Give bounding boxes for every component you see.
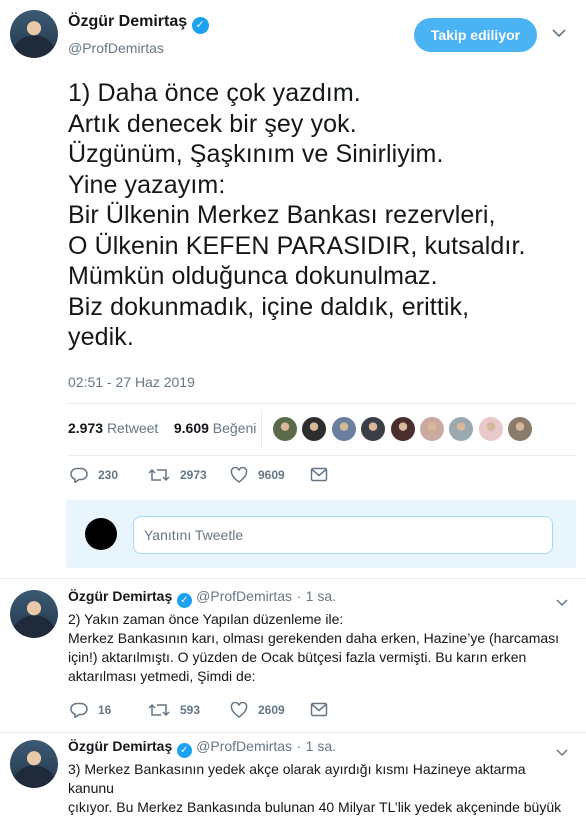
retweet-icon	[148, 467, 170, 483]
liker-avatar[interactable]	[507, 416, 534, 442]
divider	[68, 455, 576, 456]
reply-time[interactable]: 1 sa.	[306, 738, 336, 754]
reply-time[interactable]: 1 sa.	[306, 588, 336, 604]
reply-text: 3) Merkez Bankasının yedek akçe olarak a…	[68, 761, 562, 815]
retweet-action[interactable]: 593	[148, 702, 200, 718]
like-count[interactable]: 9.609	[174, 420, 209, 436]
liker-avatar[interactable]	[301, 416, 328, 442]
liker-avatar[interactable]	[330, 416, 357, 442]
envelope-icon	[310, 702, 328, 717]
reply-icon	[70, 467, 88, 483]
reply-avatar[interactable]	[10, 590, 58, 638]
verified-badge-icon: ✓	[191, 17, 209, 34]
reply-author-name[interactable]: Özgür Demirtaş	[68, 738, 172, 754]
retweet-count[interactable]: 2.973	[68, 420, 103, 436]
heart-icon	[230, 467, 248, 483]
liker-avatar[interactable]	[418, 416, 445, 442]
liker-avatars[interactable]	[272, 416, 534, 442]
liker-avatar[interactable]	[272, 416, 298, 442]
like-action-count: 2609	[258, 703, 285, 717]
reply-input[interactable]: Yanıtını Tweetle	[133, 516, 553, 554]
author-name[interactable]: Özgür Demirtaş	[68, 13, 187, 30]
liker-avatar[interactable]	[477, 416, 504, 442]
liker-avatar[interactable]	[389, 416, 416, 442]
retweet-action-count: 2973	[180, 468, 207, 482]
reply-author-name[interactable]: Özgür Demirtaş	[68, 588, 172, 604]
liker-avatar[interactable]	[360, 416, 387, 442]
author-name-row[interactable]: Özgür Demirtaş ✓	[68, 13, 209, 34]
liker-avatar[interactable]	[448, 416, 475, 442]
retweet-action-count: 593	[180, 703, 201, 717]
like-label[interactable]: Beğeni	[213, 420, 257, 436]
divider	[68, 403, 576, 404]
envelope-icon	[310, 467, 328, 482]
reply-count: 230	[98, 468, 119, 482]
tweet-text: 1) Daha önce çok yazdım. Artık denecek b…	[68, 79, 526, 351]
tweet-timestamp[interactable]: 02:51 - 27 Haz 2019	[68, 374, 195, 390]
divider	[0, 578, 586, 579]
author-handle[interactable]: @ProfDemirtas	[68, 40, 164, 56]
dot-separator: ·	[296, 738, 302, 754]
verified-badge-icon: ✓	[176, 593, 192, 608]
heart-icon	[230, 702, 248, 718]
reply-header: Özgür Demirtaş ✓ @ProfDemirtas · 1 sa.	[68, 588, 336, 608]
stats-separator	[261, 410, 262, 450]
composer-avatar	[85, 518, 117, 550]
dm-action[interactable]	[310, 467, 328, 482]
reply-author-handle[interactable]: @ProfDemirtas	[196, 738, 292, 754]
verified-badge-icon: ✓	[176, 743, 192, 758]
dot-separator: ·	[296, 588, 302, 604]
tweet-stats: 2.973 Retweet 9.609 Beğeni	[68, 420, 256, 436]
retweet-icon	[148, 702, 170, 718]
reply-text: 2) Yakın zaman önce Yapılan düzenleme il…	[68, 611, 560, 684]
divider	[0, 732, 586, 733]
reply-action[interactable]: 230	[70, 467, 118, 483]
following-button[interactable]: Takip ediliyor	[414, 18, 537, 52]
retweet-label[interactable]: Retweet	[107, 420, 158, 436]
retweet-action[interactable]: 2973	[148, 467, 207, 483]
reply-author-handle[interactable]: @ProfDemirtas	[196, 588, 292, 604]
reply-icon	[70, 702, 88, 718]
reply-header: Özgür Demirtaş ✓ @ProfDemirtas · 1 sa.	[68, 738, 336, 758]
dm-action[interactable]	[310, 702, 328, 717]
reply-count: 16	[98, 703, 112, 717]
reply-avatar[interactable]	[10, 740, 58, 788]
like-action[interactable]: 2609	[230, 702, 285, 718]
reply-action[interactable]: 16	[70, 702, 111, 718]
like-action-count: 9609	[258, 468, 285, 482]
author-avatar[interactable]	[10, 10, 58, 58]
chevron-down-icon[interactable]	[552, 27, 566, 41]
like-action[interactable]: 9609	[230, 467, 285, 483]
